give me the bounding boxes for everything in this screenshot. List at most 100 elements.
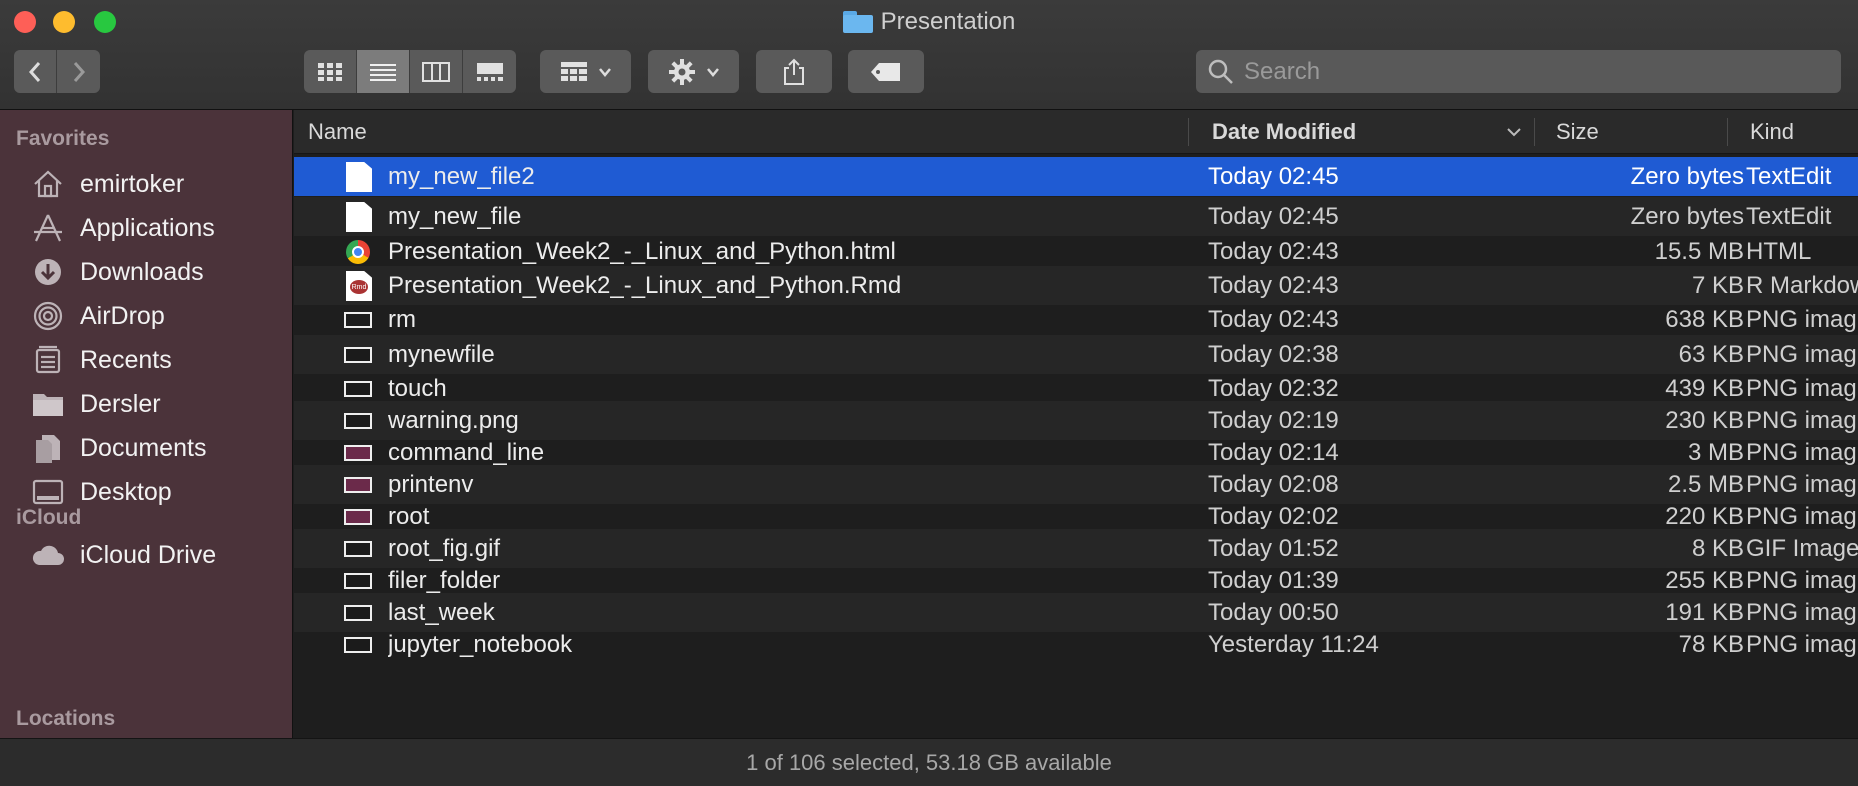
sidebar-item-label: emirtoker (80, 169, 185, 198)
sidebar-item-airdrop[interactable]: AirDrop (30, 294, 165, 338)
file-date-modified: Yesterday 11:24 (1208, 630, 1379, 658)
image-icon (344, 509, 372, 525)
sidebar-item-label: AirDrop (80, 301, 165, 330)
tag-icon (871, 62, 900, 81)
sidebar-item-recents[interactable]: Recents (30, 338, 172, 382)
group-by-button[interactable] (540, 50, 631, 93)
document-icon (346, 162, 372, 192)
image-icon (344, 347, 372, 363)
finder-window: Presentation Search Favorites emirtoker … (0, 0, 1858, 786)
cloud-icon (30, 537, 66, 573)
recents-icon (30, 342, 66, 378)
sidebar-item-emirtoker[interactable]: emirtoker (30, 162, 184, 206)
gear-icon (668, 58, 695, 85)
chevron-right-icon (73, 61, 85, 82)
forward-button[interactable] (57, 50, 100, 93)
folder-icon (30, 386, 66, 422)
window-title: Presentation (880, 8, 1016, 35)
sidebar-item-label: Desktop (80, 477, 172, 506)
list-view-button[interactable] (357, 50, 410, 93)
column-name[interactable]: Name (308, 110, 367, 154)
column-divider[interactable] (1534, 118, 1535, 146)
sidebar-section-locations: Locations (16, 707, 116, 730)
search-field[interactable] (1196, 50, 1841, 93)
sidebar-item-dersler[interactable]: Dersler (30, 382, 161, 426)
sidebar-item-label: Dersler (80, 389, 161, 418)
group-icon (560, 61, 587, 81)
image-icon (344, 312, 372, 328)
search-input[interactable] (1244, 57, 1824, 86)
sidebar-item-icloud-drive[interactable]: iCloud Drive (30, 533, 216, 577)
file-date-modified: Today 02:45 (1208, 162, 1339, 190)
file-name: my_new_file (388, 202, 522, 230)
sort-chevron-down-icon (1502, 120, 1526, 144)
documents-icon (30, 430, 66, 466)
gallery-view-button[interactable] (463, 50, 516, 93)
tag-button[interactable] (848, 50, 924, 93)
file-kind: TextEdit (1746, 162, 1832, 190)
image-icon (344, 637, 372, 653)
file-size: 638 KB (1665, 305, 1744, 333)
share-icon (784, 58, 804, 85)
sidebar-item-applications[interactable]: Applications (30, 206, 215, 250)
column-view-button[interactable] (410, 50, 463, 93)
desktop-icon (30, 474, 66, 510)
file-date-modified: Today 02:43 (1208, 305, 1339, 333)
sidebar-item-documents[interactable]: Documents (30, 426, 206, 470)
image-icon (344, 445, 372, 461)
image-icon (344, 541, 372, 557)
file-row[interactable]: jupyter_notebook Yesterday 11:24 78 KB PNG … (294, 625, 1858, 664)
file-name: my_new_file2 (388, 162, 535, 190)
column-size[interactable]: Size (1556, 110, 1599, 154)
view-mode-control (304, 50, 516, 93)
navigation-buttons (14, 50, 100, 93)
gallery-icon (476, 62, 503, 81)
search-icon (1208, 59, 1233, 84)
status-bar: 1 of 106 selected, 53.18 GB available (0, 738, 1858, 786)
sidebar-item-label: Applications (80, 213, 215, 242)
sidebar-item-label: Documents (80, 433, 207, 462)
grid-icon (318, 62, 342, 81)
column-divider[interactable] (1727, 118, 1728, 146)
rmd-icon (346, 271, 372, 301)
sidebar-item-label: iCloud Drive (80, 540, 217, 569)
window-title-area: Presentation (0, 6, 1858, 38)
sidebar-item-downloads[interactable]: Downloads (30, 250, 204, 294)
column-header: Name Date Modified Size Kind (294, 110, 1858, 154)
file-row[interactable]: rm Today 02:43 638 KB PNG imag (294, 300, 1858, 339)
file-row[interactable]: my_new_file Today 02:45 Zero bytes TextEdit (294, 197, 1858, 236)
file-kind: PNG imag (1746, 630, 1857, 658)
chevron-down-icon (598, 67, 611, 77)
icon-view-button[interactable] (304, 50, 357, 93)
applications-icon (30, 210, 66, 246)
file-date-modified: Today 02:45 (1208, 202, 1339, 230)
home-icon (30, 166, 66, 202)
chevron-down-icon (706, 67, 719, 77)
file-kind: TextEdit (1746, 202, 1832, 230)
file-row[interactable]: my_new_file2 Today 02:45 Zero bytes TextEdi… (294, 157, 1858, 196)
back-button[interactable] (14, 50, 57, 93)
toolbar: Presentation (0, 0, 1858, 110)
sidebar-item-label: Downloads (80, 257, 204, 286)
column-date-modified[interactable]: Date Modified (1212, 110, 1356, 154)
column-kind[interactable]: Kind (1750, 110, 1794, 154)
image-icon (344, 381, 372, 397)
file-size: Zero bytes (1630, 202, 1744, 230)
columns-icon (422, 61, 450, 82)
sidebar: Favorites emirtoker Applications Downloa… (0, 110, 293, 738)
action-menu-button[interactable] (648, 50, 739, 93)
image-icon (344, 477, 372, 493)
image-icon (344, 573, 372, 589)
airdrop-icon (30, 298, 66, 334)
column-divider[interactable] (1188, 118, 1189, 146)
file-kind: PNG imag (1746, 305, 1857, 333)
share-button[interactable] (756, 50, 832, 93)
downloads-icon (30, 254, 66, 290)
chrome-icon (346, 240, 370, 264)
image-icon (344, 605, 372, 621)
sidebar-item-label: Recents (80, 345, 172, 374)
file-name: rm (388, 305, 416, 333)
chevron-left-icon (28, 61, 41, 82)
sidebar-section-favorites: Favorites (16, 127, 110, 150)
status-text: 1 of 106 selected, 53.18 GB available (746, 749, 1112, 775)
